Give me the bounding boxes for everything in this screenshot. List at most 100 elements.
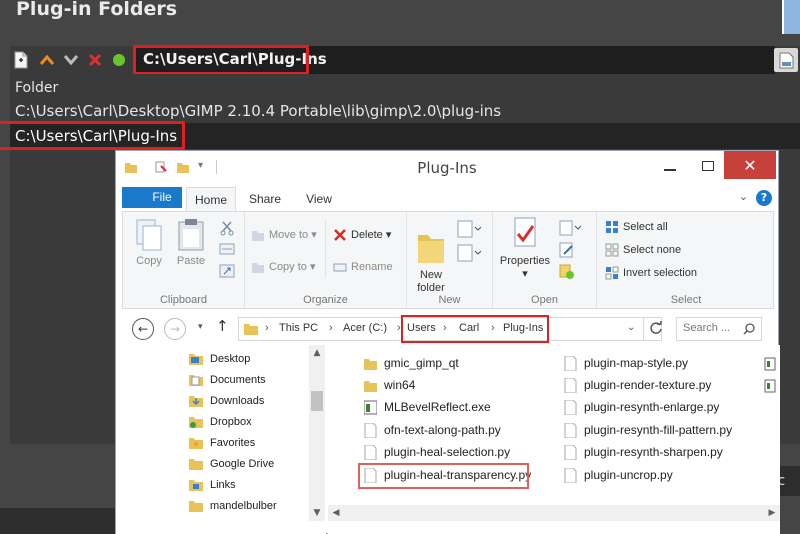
- move-down-button[interactable]: [60, 49, 82, 71]
- nav-item-mandelbulber[interactable]: mandelbulber: [188, 496, 277, 517]
- explorer-titlebar: ▾ Plug-Ins ✕: [116, 151, 778, 187]
- file-item-py[interactable]: plugin-resynth-sharpen.py: [564, 442, 723, 463]
- nav-item-favorites[interactable]: Favorites: [188, 433, 255, 454]
- file-item-py[interactable]: plugin-resynth-enlarge.py: [564, 397, 719, 418]
- google-drive-folder-icon: [189, 459, 203, 470]
- rename-button[interactable]: Rename: [333, 258, 393, 276]
- delete-folder-button[interactable]: [84, 49, 106, 71]
- delete-button[interactable]: Delete ▾: [333, 226, 391, 244]
- copy-icon: [136, 219, 162, 251]
- file-item-folder[interactable]: win64: [364, 375, 415, 396]
- delete-x-icon: [88, 53, 102, 67]
- cut-icon[interactable]: [219, 220, 235, 236]
- help-button[interactable]: ?: [756, 190, 772, 206]
- address-bar[interactable]: › This PC › Acer (C:) › Users › Carl › P…: [238, 315, 662, 343]
- document-icon: [564, 400, 577, 415]
- ribbon-collapse-icon[interactable]: ⌄: [739, 190, 748, 203]
- refresh-button[interactable]: [643, 318, 667, 340]
- file-list: gmic_gimp_qt win64 MLBevelReflect.exe of…: [328, 345, 780, 534]
- clipboard-icon: [178, 219, 204, 251]
- file-item-py[interactable]: plugin-render-texture.py: [564, 375, 711, 396]
- panel-corner: [782, 0, 800, 34]
- history-icon[interactable]: [559, 264, 575, 280]
- nav-item-downloads[interactable]: Downloads: [188, 391, 264, 412]
- search-input[interactable]: Search ...: [676, 317, 762, 341]
- file-item-py[interactable]: plugin-uncrop.py: [564, 465, 673, 486]
- maximize-button[interactable]: [702, 161, 714, 171]
- window-title: Plug-Ins: [417, 159, 477, 177]
- file-item-py[interactable]: plugin-heal-selection.py: [364, 442, 510, 463]
- select-none-button[interactable]: Select none: [605, 241, 681, 259]
- new-label: New: [438, 294, 461, 306]
- crumb-this-pc[interactable]: This PC: [279, 322, 318, 334]
- downloads-folder-icon: [189, 396, 203, 407]
- paste-shortcut-icon[interactable]: [219, 264, 235, 278]
- file-item-py[interactable]: plugin-resynth-fill-pattern.py: [564, 420, 732, 441]
- invert-selection-button[interactable]: Invert selection: [605, 264, 697, 282]
- document-icon: [564, 356, 577, 371]
- properties-button[interactable]: Properties ▾: [497, 216, 553, 280]
- nav-item-dropbox[interactable]: Dropbox: [188, 412, 252, 433]
- copy-to-icon: [252, 263, 264, 273]
- move-up-button[interactable]: [36, 49, 58, 71]
- gimp-dialog-titlebar: Plug-in Folders: [0, 0, 800, 38]
- scroll-up-icon[interactable]: ▲: [309, 345, 325, 361]
- copy-path-icon[interactable]: [219, 242, 235, 256]
- document-icon: [564, 423, 577, 438]
- desktop-folder-icon: [189, 354, 203, 365]
- close-button[interactable]: ✕: [724, 151, 776, 179]
- tab-home[interactable]: Home: [186, 187, 236, 211]
- folder-icon: [364, 359, 377, 370]
- move-to-button[interactable]: Move to ▾: [251, 226, 317, 244]
- new-item-icon[interactable]: [457, 220, 481, 238]
- select-all-button[interactable]: Select all: [605, 218, 668, 236]
- scroll-right-icon[interactable]: ▶: [764, 505, 780, 521]
- nav-item-desktop[interactable]: Desktop: [188, 349, 250, 370]
- file-item-py[interactable]: ofn-text-along-path.py: [364, 420, 501, 441]
- file-browse-icon: [779, 52, 794, 69]
- crumb-separator: ›: [329, 322, 333, 334]
- folder-path-input[interactable]: C:\Users\Carl\Plug-Ins: [133, 45, 775, 75]
- file-item-py[interactable]: plugin-map-style.py: [564, 353, 688, 374]
- clipboard-label: Clipboard: [159, 294, 208, 306]
- refresh-icon: [650, 321, 662, 334]
- tab-file[interactable]: File: [122, 187, 182, 208]
- crumb-drive[interactable]: Acer (C:): [343, 322, 387, 334]
- file-hscrollbar[interactable]: ◀ ▶: [328, 505, 780, 521]
- copy-button[interactable]: Copy: [131, 218, 167, 267]
- nav-item-documents[interactable]: Documents: [188, 370, 266, 391]
- up-arrow-icon[interactable]: ↑: [216, 317, 229, 335]
- explorer-window: ▾ Plug-Ins ✕ File Home Share View ⌄ ? Co…: [115, 150, 780, 534]
- edit-icon[interactable]: [559, 242, 575, 258]
- forward-button[interactable]: →: [164, 318, 186, 340]
- path-highlight-box: [133, 45, 309, 75]
- tab-view[interactable]: View: [294, 187, 344, 211]
- open-group: Properties ▾ Open: [493, 212, 597, 308]
- copy-to-button[interactable]: Copy to ▾: [251, 258, 316, 276]
- address-dropdown-icon[interactable]: ⌄: [627, 322, 635, 333]
- file-item-exe[interactable]: MLBevelReflect.exe: [364, 397, 491, 418]
- nav-item-links[interactable]: Links: [188, 475, 236, 496]
- tab-share[interactable]: Share: [240, 187, 290, 211]
- new-folder-button[interactable]: [10, 49, 32, 71]
- organize-label: Organize: [303, 294, 348, 306]
- file-item-folder[interactable]: gmic_gimp_qt: [364, 353, 459, 374]
- recent-locations-icon[interactable]: ▾: [198, 322, 203, 332]
- browse-button[interactable]: [774, 48, 798, 72]
- ribbon-home: Copy Paste Clipboard Move to ▾ Copy to ▾: [122, 211, 774, 309]
- nav-scrollbar[interactable]: ▲ ▼: [309, 345, 325, 521]
- organize-divider: [325, 220, 326, 278]
- invert-selection-icon: [605, 266, 619, 280]
- paste-button[interactable]: Paste: [173, 218, 209, 267]
- easy-access-icon[interactable]: [457, 244, 481, 262]
- scroll-left-icon[interactable]: ◀: [328, 505, 344, 521]
- scroll-down-icon[interactable]: ▼: [309, 505, 325, 521]
- green-dot-icon: [113, 54, 125, 66]
- back-button[interactable]: ←: [132, 318, 154, 340]
- ribbon-tabs: File Home Share View ⌄ ?: [116, 187, 778, 211]
- document-icon: [564, 468, 577, 483]
- nav-item-google-drive[interactable]: Google Drive: [188, 454, 274, 475]
- open-icon[interactable]: [559, 220, 581, 236]
- scroll-thumb[interactable]: [311, 391, 323, 411]
- minimize-button[interactable]: [664, 169, 676, 171]
